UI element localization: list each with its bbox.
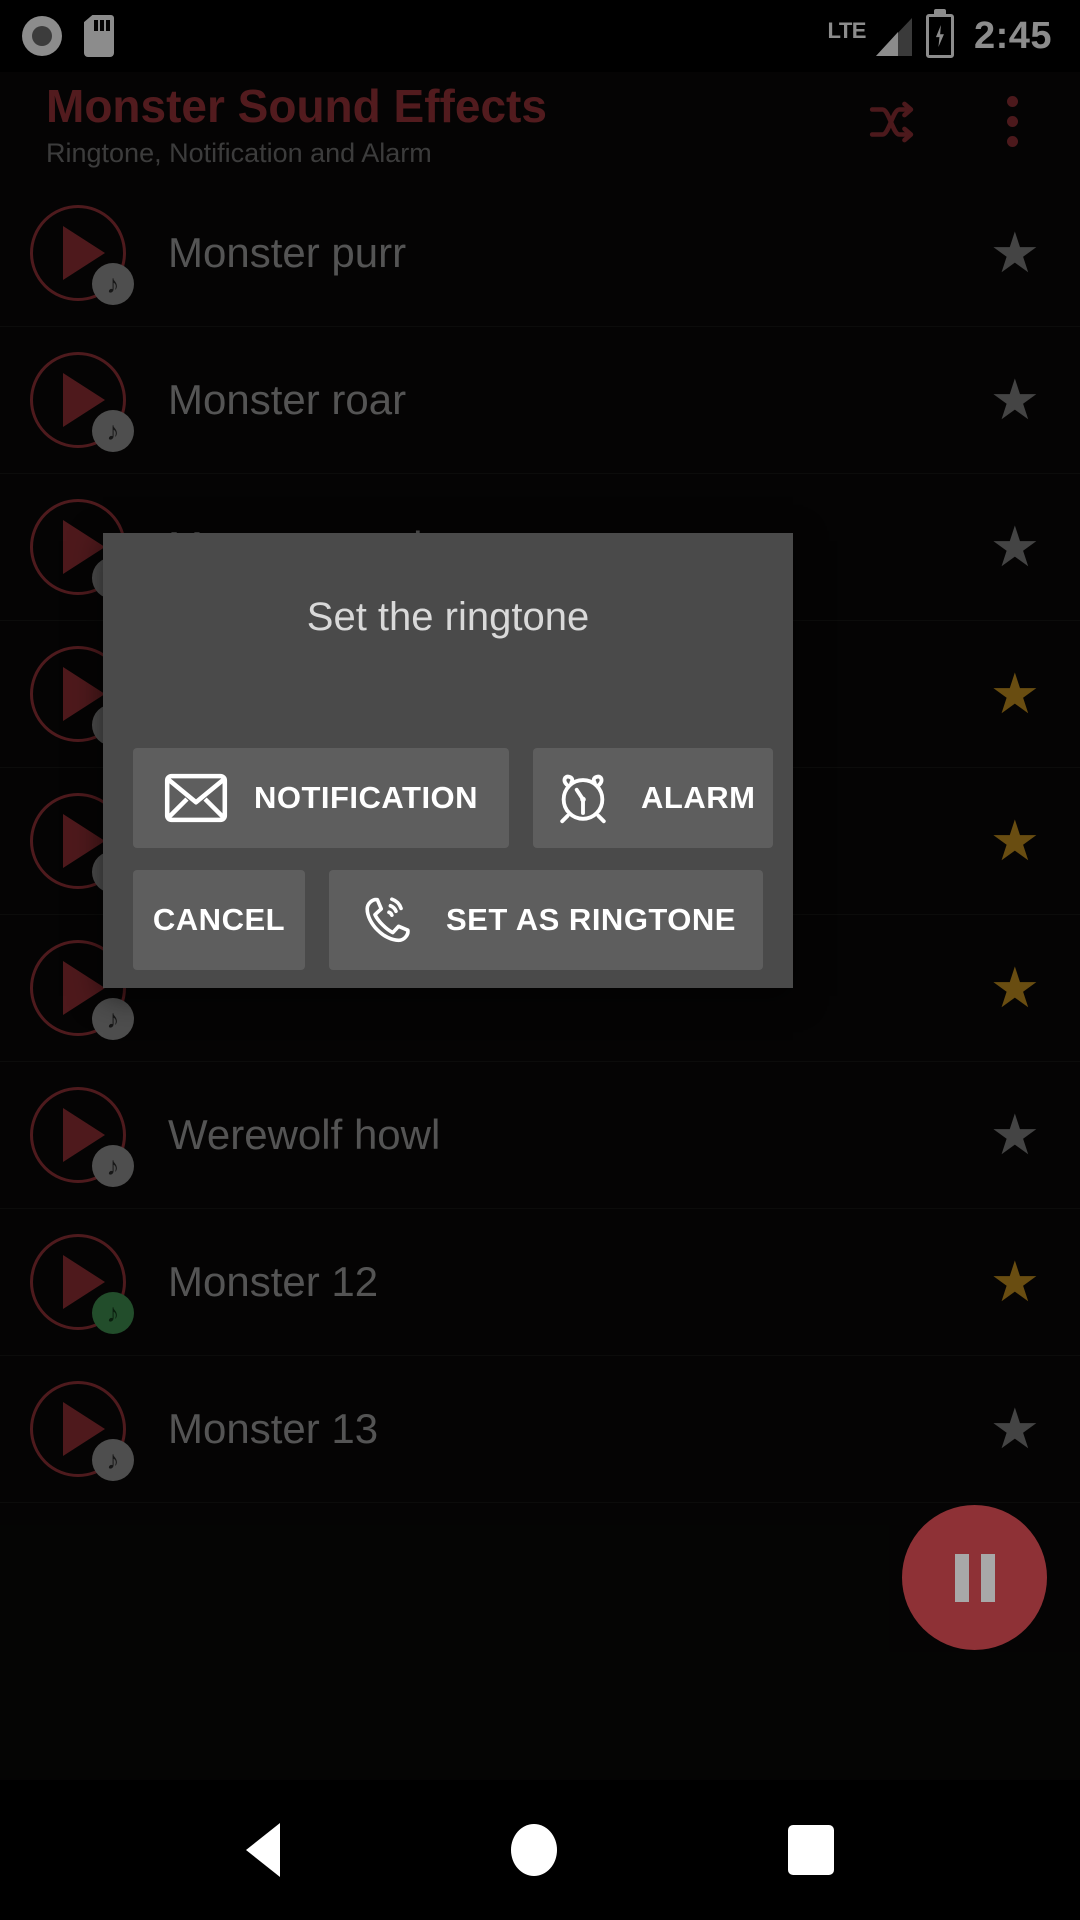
set-as-notification-button[interactable]: NOTIFICATION: [133, 748, 509, 848]
envelope-icon: [164, 769, 228, 827]
pause-icon: [954, 1553, 969, 1602]
set-as-ringtone-button-label: SET AS RINGTONE: [446, 902, 736, 937]
dialog-title: Set the ringtone: [306, 595, 590, 639]
ringing-phone-icon: [356, 891, 420, 949]
set-ringtone-dialog: Set the ringtone NOTIFICATION ALARM CANC…: [103, 533, 793, 988]
set-as-ringtone-button[interactable]: SET AS RINGTONE: [329, 870, 763, 970]
notification-button-label: NOTIFICATION: [253, 780, 479, 815]
pause-icon: [980, 1553, 995, 1602]
back-icon[interactable]: [245, 1823, 280, 1877]
set-as-alarm-button[interactable]: ALARM: [533, 748, 774, 848]
pause-fab-button[interactable]: [902, 1505, 1047, 1650]
alarm-clock-icon: [551, 769, 615, 827]
recents-icon[interactable]: [788, 1825, 835, 1875]
cancel-button-label: CANCEL: [152, 902, 286, 937]
alarm-button-label: ALARM: [641, 780, 756, 815]
dialog-button-row-primary: NOTIFICATION ALARM: [103, 748, 793, 848]
phone-screen: LTE 2:45 Monster Sound Effects Ringtone,…: [0, 0, 1080, 1920]
cancel-button[interactable]: CANCEL: [133, 870, 305, 970]
home-icon[interactable]: [510, 1824, 557, 1876]
android-navigation-bar: [0, 1780, 1080, 1920]
dialog-button-row-secondary: CANCEL SET AS RINGTONE: [103, 870, 793, 970]
